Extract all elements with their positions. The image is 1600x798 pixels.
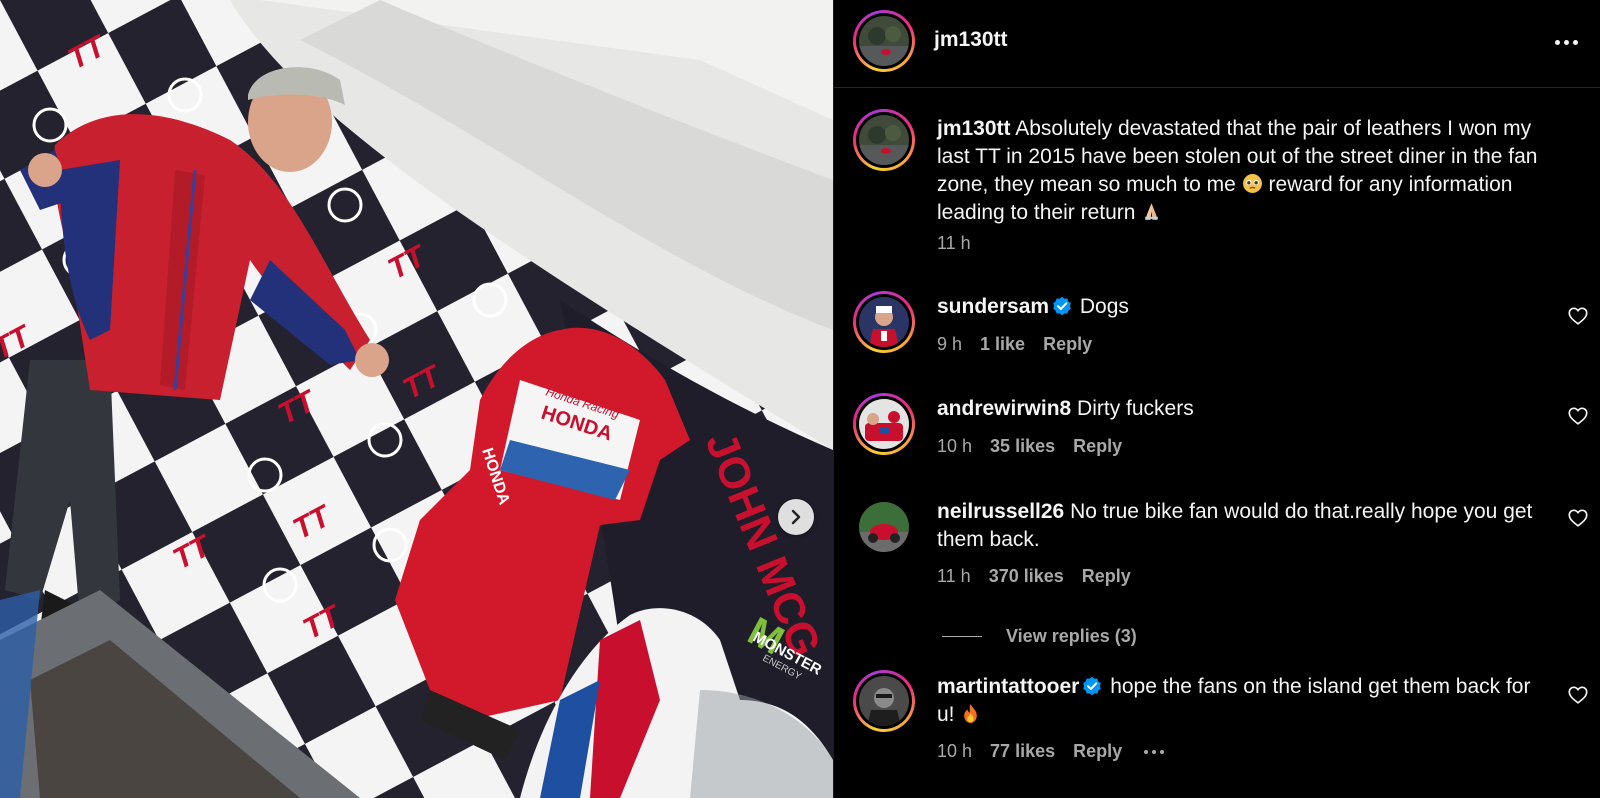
like-heart-icon[interactable] [1567, 507, 1589, 529]
view-replies-label: View replies (3) [1006, 626, 1137, 646]
post-header: jm130tt [834, 0, 1600, 88]
comment-text: martintattooer hope the fans on the isla… [937, 673, 1547, 729]
view-replies-button[interactable]: View replies (3) [942, 626, 1137, 647]
commenter-avatar[interactable] [853, 291, 915, 353]
comment-likes[interactable]: 1 like [980, 334, 1025, 355]
instagram-post-view: TT TT TT TT TT TT TT TT JOHN MCG 3 M MON… [0, 0, 1600, 798]
comment-text: andrewirwin8 Dirty fuckers [937, 395, 1547, 423]
header-username[interactable]: jm130tt [934, 28, 1008, 52]
comment-meta: 11 h 370 likes Reply [937, 566, 1131, 587]
reply-button[interactable]: Reply [1073, 741, 1122, 762]
reply-button[interactable]: Reply [1043, 334, 1092, 355]
fire-emoji-icon [964, 704, 978, 723]
like-heart-icon[interactable] [1567, 405, 1589, 427]
comments-panel: jm130tt jm130tt Absolutely devastated th… [833, 0, 1600, 798]
caption-text: jm130tt Absolutely devastated that the p… [937, 115, 1547, 227]
comment-meta: 10 h 35 likes Reply [937, 436, 1122, 457]
chevron-right-icon [791, 509, 801, 525]
folded-hands-emoji-icon [1145, 203, 1159, 220]
view-replies-line [942, 636, 982, 637]
commenter-avatar[interactable] [853, 496, 915, 558]
comment-username[interactable]: sundersam [937, 295, 1049, 318]
comment-likes[interactable]: 35 likes [990, 436, 1055, 457]
comment-text: sundersam Dogs [937, 293, 1547, 321]
more-options-icon[interactable] [1551, 30, 1581, 54]
comment-username[interactable]: andrewirwin8 [937, 397, 1071, 420]
comment-likes[interactable]: 77 likes [990, 741, 1055, 762]
reply-button[interactable]: Reply [1082, 566, 1131, 587]
post-photo[interactable]: TT TT TT TT TT TT TT TT JOHN MCG 3 M MON… [0, 0, 833, 798]
photo-scene: TT TT TT TT TT TT TT TT JOHN MCG 3 M MON… [0, 0, 833, 798]
comment-time: 10 h [937, 436, 973, 456]
comment-username[interactable]: neilrussell26 [937, 500, 1064, 523]
comment-meta: 9 h 1 like Reply [937, 334, 1092, 355]
commenter-avatar[interactable] [853, 670, 915, 732]
comment-time: 11 h [937, 566, 971, 586]
commenter-avatar[interactable] [853, 393, 915, 455]
like-heart-icon[interactable] [1567, 684, 1589, 706]
comment-meta: 10 h 77 likes Reply [937, 741, 1165, 762]
verified-badge-icon [1053, 296, 1071, 316]
author-avatar[interactable] [853, 10, 915, 72]
comment-text: neilrussell26 No true bike fan would do … [937, 498, 1547, 554]
next-photo-button[interactable] [778, 499, 814, 535]
caption-time: 11 h [937, 233, 971, 253]
comment-time: 10 h [937, 741, 973, 761]
reply-button[interactable]: Reply [1073, 436, 1122, 457]
caption-meta: 11 h [937, 233, 971, 254]
comment-more-icon[interactable] [1140, 741, 1165, 762]
comment-body: Dirty fuckers [1077, 397, 1194, 420]
caption-username[interactable]: jm130tt [937, 117, 1011, 140]
comment-body: Dogs [1079, 295, 1129, 318]
caption-avatar[interactable] [853, 109, 915, 171]
comment-username[interactable]: martintattooer [937, 675, 1079, 698]
like-heart-icon[interactable] [1567, 305, 1589, 327]
pleading-face-emoji-icon [1242, 174, 1262, 193]
comment-likes[interactable]: 370 likes [989, 566, 1064, 587]
comment-time: 9 h [937, 334, 963, 354]
verified-badge-icon [1083, 676, 1102, 696]
